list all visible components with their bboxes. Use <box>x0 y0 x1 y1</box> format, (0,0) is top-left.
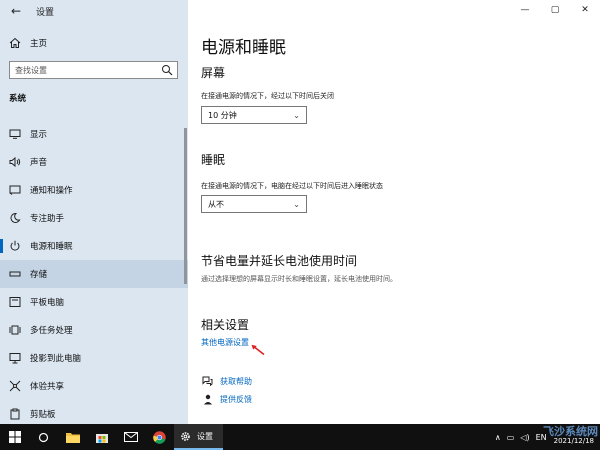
sidebar-item-multitasking[interactable]: 多任务处理 <box>0 316 188 344</box>
close-icon: ✕ <box>581 5 589 15</box>
minimize-button[interactable]: — <box>510 0 540 20</box>
sidebar-item-power-sleep[interactable]: 电源和睡眠 <box>0 232 188 260</box>
sidebar-item-clipboard[interactable]: 剪贴板 <box>0 400 188 424</box>
store-bag-icon <box>95 434 108 443</box>
dropdown-value: 10 分钟 <box>208 110 237 120</box>
home-label: 主页 <box>30 39 48 49</box>
window-controls: — ▢ ✕ <box>510 0 600 22</box>
home-nav-item[interactable]: 主页 <box>0 34 188 52</box>
battery-heading: 节省电量并延长电池使用时间 <box>201 254 358 268</box>
sidebar-item-label: 声音 <box>30 158 48 168</box>
moon-icon <box>8 212 22 224</box>
mail-button[interactable] <box>116 424 145 450</box>
mail-icon <box>123 432 138 442</box>
dropdown-value: 从不 <box>208 199 224 209</box>
sidebar-item-label: 电源和睡眠 <box>30 242 73 252</box>
chat-help-icon <box>201 376 213 386</box>
gear-icon <box>181 431 190 441</box>
speaker-icon <box>8 157 22 167</box>
start-button[interactable] <box>0 424 29 450</box>
monitor-icon <box>8 129 22 139</box>
active-indicator <box>0 239 3 253</box>
close-button[interactable]: ✕ <box>570 0 600 20</box>
search-input[interactable] <box>10 65 150 75</box>
circle-search-icon <box>38 432 49 442</box>
chevron-down-icon: ⌄ <box>293 199 300 209</box>
get-help-link[interactable]: 获取帮助 <box>220 376 252 387</box>
sleep-timeout-dropdown[interactable]: 从不 ⌄ <box>201 195 307 213</box>
sleep-heading: 睡眠 <box>201 153 226 167</box>
battery-description: 通过选择理想的屏幕显示时长和睡眠设置，延长电池使用时间。 <box>201 275 397 283</box>
get-help-row[interactable]: 获取帮助 <box>201 374 252 388</box>
settings-taskbar-button[interactable]: 设置 <box>174 424 223 450</box>
sidebar-item-storage[interactable]: 存储 <box>0 260 188 288</box>
sidebar-item-label: 平板电脑 <box>30 298 65 308</box>
shared-icon <box>8 380 22 392</box>
volume-icon[interactable]: ◁) <box>520 433 529 442</box>
folder-icon <box>65 432 80 443</box>
project-icon <box>8 352 22 364</box>
title-bar: ← 设置 <box>0 0 54 22</box>
sleep-description: 在接通电源的情况下，电脑在经过以下时间后进入睡眠状态 <box>201 182 383 190</box>
related-settings-heading: 相关设置 <box>201 318 250 332</box>
sidebar-scrollbar[interactable] <box>184 128 187 284</box>
windows-logo-icon <box>8 431 21 443</box>
chevron-down-icon: ⌄ <box>293 110 300 120</box>
store-button[interactable] <box>87 424 116 450</box>
settings-taskbar-label: 设置 <box>197 431 213 441</box>
app-title: 设置 <box>36 7 55 18</box>
sidebar-item-label: 专注助手 <box>30 214 65 224</box>
feedback-row[interactable]: 提供反馈 <box>201 392 252 406</box>
back-arrow-icon: ← <box>10 4 22 18</box>
section-label-system: 系统 <box>9 94 27 104</box>
maximize-icon: ▢ <box>550 5 560 15</box>
main-content: — ▢ ✕ 电源和睡眠 屏幕 在接通电源的情况下，经过以下时间后关闭 10 分钟… <box>188 0 600 424</box>
power-icon <box>8 240 22 252</box>
sidebar-item-label: 体验共享 <box>30 382 65 392</box>
sidebar-item-label: 投影到此电脑 <box>30 354 82 364</box>
sidebar-item-focus-assist[interactable]: 专注助手 <box>0 204 188 232</box>
taskbar: 设置 ∧ ▭ ◁) EN 2021/12/18 <box>0 424 600 450</box>
file-explorer-button[interactable] <box>58 424 87 450</box>
search-taskbar-button[interactable] <box>29 424 58 450</box>
network-icon[interactable]: ▭ <box>507 433 515 442</box>
sidebar-item-notifications[interactable]: 通知和操作 <box>0 176 188 204</box>
chevron-up-icon[interactable]: ∧ <box>495 433 501 442</box>
sidebar-item-label: 通知和操作 <box>30 186 73 196</box>
sidebar-item-sound[interactable]: 声音 <box>0 148 188 176</box>
multitask-icon <box>8 324 22 336</box>
page-title: 电源和睡眠 <box>201 38 286 58</box>
sidebar: ← 设置 主页 系统 显示 声音 通知和操作 专注助手 <box>0 0 188 424</box>
screen-timeout-dropdown[interactable]: 10 分钟 ⌄ <box>201 106 307 124</box>
sidebar-item-label: 剪贴板 <box>30 410 56 420</box>
sidebar-item-label: 多任务处理 <box>30 326 73 336</box>
sidebar-item-project[interactable]: 投影到此电脑 <box>0 344 188 372</box>
sidebar-item-shared-experiences[interactable]: 体验共享 <box>0 372 188 400</box>
home-icon <box>8 37 22 49</box>
storage-icon <box>8 270 22 278</box>
annotation-arrow <box>251 344 265 356</box>
feedback-person-icon <box>201 394 213 405</box>
sidebar-item-display[interactable]: 显示 <box>0 120 188 148</box>
sidebar-nav: 显示 声音 通知和操作 专注助手 电源和睡眠 存储 平板电脑 多任务处理 投影到… <box>0 120 188 424</box>
chrome-button[interactable] <box>145 424 174 450</box>
sidebar-item-label: 显示 <box>30 130 48 140</box>
other-power-settings-link[interactable]: 其他电源设置 <box>201 337 249 348</box>
sidebar-item-tablet[interactable]: 平板电脑 <box>0 288 188 316</box>
watermark: 飞沙系统网 <box>543 425 598 438</box>
sidebar-item-label: 存储 <box>30 270 48 280</box>
notification-icon <box>8 185 22 195</box>
feedback-link[interactable]: 提供反馈 <box>220 394 252 405</box>
screen-heading: 屏幕 <box>201 66 226 80</box>
screen-description: 在接通电源的情况下，经过以下时间后关闭 <box>201 92 334 100</box>
clipboard-icon <box>8 408 22 420</box>
maximize-button[interactable]: ▢ <box>540 0 570 20</box>
search-box[interactable] <box>9 61 178 79</box>
search-icon[interactable] <box>161 64 173 76</box>
chrome-icon <box>153 430 166 444</box>
back-button[interactable]: ← <box>4 0 28 22</box>
tablet-icon <box>8 296 22 308</box>
minimize-icon: — <box>520 5 530 15</box>
